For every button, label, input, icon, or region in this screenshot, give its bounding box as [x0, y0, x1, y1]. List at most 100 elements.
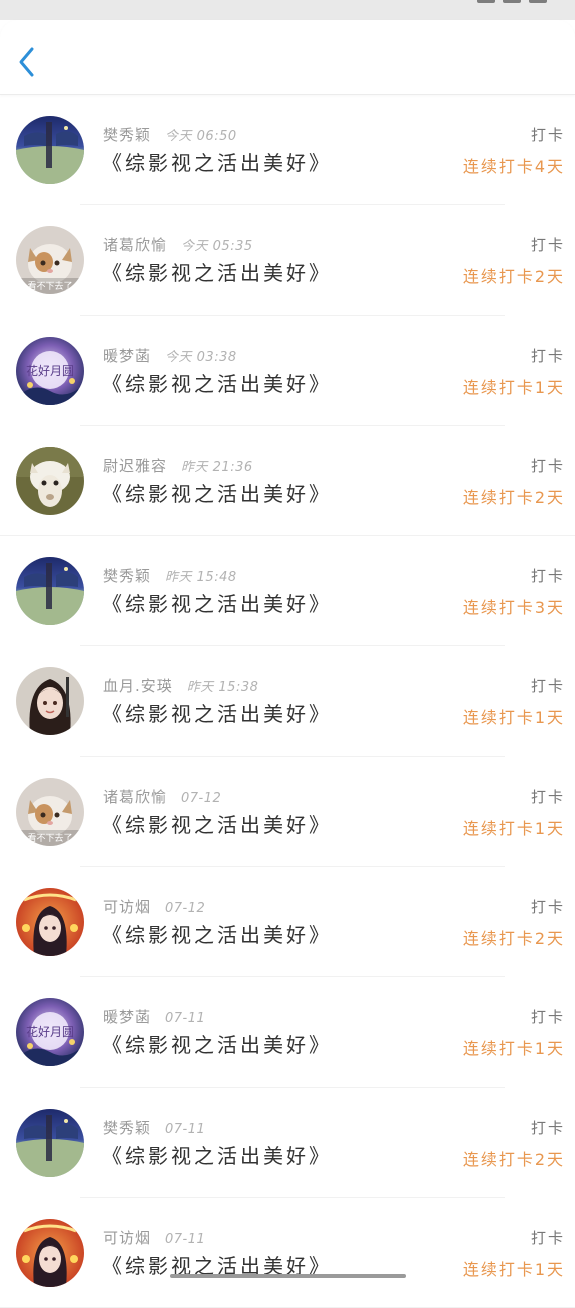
status-bar [0, 0, 575, 20]
avatar-image [16, 1218, 84, 1287]
avatar-caption: 看不下去了 [27, 280, 72, 292]
user-meta: 暖梦菡 今天 03:38 [103, 345, 237, 366]
book-title[interactable]: 《综影视之活出美好》 [102, 257, 332, 286]
checkin-label: 打卡 [530, 787, 565, 806]
streak-badge: 连续打卡1天 [462, 1039, 565, 1059]
list-item[interactable]: 血月.安瑛 昨天 15:38 《综影视之活出美好》 打卡 连续打卡1天 [0, 646, 575, 758]
avatar-image [16, 888, 84, 957]
timestamp: 07-12 [181, 790, 222, 806]
avatar[interactable]: 花好月圆 [16, 336, 84, 405]
user-meta: 暖梦菡 07-11 [103, 1006, 205, 1027]
timestamp: 今天 03:38 [165, 349, 237, 365]
streak-badge: 连续打卡1天 [462, 377, 565, 397]
list-item[interactable]: 樊秀颖 07-11 《综影视之活出美好》 打卡连续打卡2天 [0, 1088, 575, 1199]
list-item[interactable]: 樊秀颖 今天 06:50 《综影视之活出美好》 打卡 连续打卡4天 [0, 95, 575, 206]
checkin-label: 打卡 [530, 1008, 565, 1027]
book-title[interactable]: 《综影视之活出美好》 [102, 478, 332, 507]
avatar[interactable] [16, 1108, 84, 1177]
back-button[interactable] [12, 42, 42, 82]
avatar-caption: 花好月圆 [26, 363, 74, 378]
avatar[interactable]: 看不下去了 [16, 226, 84, 295]
signal-icon [477, 0, 495, 3]
chevron-left-icon [19, 47, 34, 77]
timestamp: 07-12 [165, 901, 206, 917]
user-name[interactable]: 樊秀颖 [103, 567, 151, 585]
timestamp: 07-11 [165, 1121, 206, 1137]
book-title[interactable]: 《综影视之活出美好》 [102, 919, 332, 948]
checkin-label: 打卡 [530, 126, 565, 144]
avatar-image [16, 557, 84, 626]
checkin-label: 打卡 [530, 456, 565, 475]
streak-badge: 连续打卡2天 [462, 929, 565, 949]
user-name[interactable]: 暖梦菡 [103, 347, 151, 365]
timestamp: 今天 06:50 [165, 129, 237, 144]
user-name[interactable]: 诸葛欣愉 [103, 236, 167, 254]
user-meta: 樊秀颖 今天 06:50 [103, 124, 237, 145]
avatar[interactable]: 花好月圆 [16, 998, 84, 1067]
user-meta: 诸葛欣愉 今天 05:35 [103, 234, 253, 255]
user-name[interactable]: 尉迟雅容 [103, 457, 167, 475]
avatar-image [16, 1108, 84, 1177]
avatar-caption: 看不下去了 [27, 832, 72, 844]
streak-badge: 连续打卡1天 [462, 818, 565, 838]
avatar[interactable] [16, 116, 84, 184]
checkin-label: 打卡 [530, 567, 565, 586]
user-meta: 诸葛欣愉 07-12 [103, 786, 221, 807]
avatar[interactable] [16, 557, 84, 626]
book-title[interactable]: 《综影视之活出美好》 [102, 698, 332, 727]
list-item[interactable]: 可访烟 07-11 《综影视之活出美好》 打卡 连续打卡1天 [0, 1198, 575, 1308]
list-item[interactable]: 樊秀颖 昨天 15:48 《综影视之活出美好》 打卡连续打卡3天 [0, 536, 575, 647]
streak-badge: 连续打卡2天 [462, 487, 565, 507]
checkin-label: 打卡 [530, 236, 565, 255]
streak-badge: 连续打卡1天 [462, 708, 565, 728]
user-meta: 樊秀颖 昨天 15:48 [103, 565, 237, 586]
streak-badge: 连续打卡4天 [462, 157, 565, 176]
streak-badge: 连续打卡2天 [462, 1149, 565, 1169]
user-meta: 血月.安瑛 昨天 15:38 [103, 675, 258, 696]
user-name[interactable]: 暖梦菡 [103, 1008, 151, 1026]
book-title[interactable]: 《综影视之活出美好》 [102, 368, 332, 397]
book-title[interactable]: 《综影视之活出美好》 [102, 588, 332, 617]
checkin-label: 打卡 [530, 346, 565, 365]
list-item[interactable]: 花好月圆 暖梦菡 今天 03:38 《综影视之活出美好》 打卡 连续打卡1天 [0, 316, 575, 427]
timestamp: 今天 05:35 [181, 239, 253, 255]
user-name[interactable]: 可访烟 [103, 1229, 151, 1247]
user-name[interactable]: 血月.安瑛 [103, 677, 173, 695]
status-icons [477, 0, 547, 4]
checkin-list: 樊秀颖 今天 06:50 《综影视之活出美好》 打卡 连续打卡4天 看不下去了 诸葛欣愉 今天… [0, 95, 575, 1308]
avatar[interactable]: 看不下去了 [16, 777, 84, 846]
book-title[interactable]: 《综影视之活出美好》 [102, 809, 332, 838]
avatar[interactable] [16, 446, 84, 515]
timestamp: 昨天 15:38 [186, 680, 259, 696]
avatar-image: 看不下去了 [16, 777, 84, 846]
list-item[interactable]: 看不下去了 诸葛欣愉 今天 05:35 《综影视之活出美好》 打卡 连续打卡2天 [0, 205, 575, 316]
list-item[interactable]: 可访烟 07-12 《综影视之活出美好》 打卡连续打卡2天 [0, 867, 575, 978]
timestamp: 昨天 21:36 [181, 459, 253, 475]
top-nav-bar [0, 20, 575, 95]
book-title[interactable]: 《综影视之活出美好》 [102, 1140, 332, 1169]
book-title[interactable]: 《综影视之活出美好》 [102, 1029, 332, 1058]
streak-badge: 连续打卡1天 [462, 1259, 565, 1279]
home-indicator [170, 1274, 406, 1278]
user-name[interactable]: 樊秀颖 [103, 126, 151, 144]
timestamp: 07-11 [165, 1231, 206, 1247]
avatar-image: 花好月圆 [16, 336, 84, 405]
avatar[interactable] [16, 1218, 84, 1287]
checkin-label: 打卡 [530, 1228, 565, 1247]
avatar[interactable] [16, 888, 84, 957]
checkin-label: 打卡 [530, 1118, 565, 1137]
user-name[interactable]: 樊秀颖 [103, 1119, 151, 1137]
user-name[interactable]: 可访烟 [103, 898, 151, 916]
streak-badge: 连续打卡3天 [462, 598, 565, 618]
timestamp: 07-11 [165, 1011, 206, 1027]
checkin-label: 打卡 [530, 898, 565, 917]
user-name[interactable]: 诸葛欣愉 [103, 788, 167, 806]
avatar-caption: 花好月圆 [26, 1024, 74, 1039]
avatar[interactable] [16, 667, 84, 736]
list-item[interactable]: 花好月圆 暖梦菡 07-11 《综影视之活出美好》 打卡连续打卡1天 [0, 977, 575, 1088]
avatar-image [16, 446, 84, 515]
book-title[interactable]: 《综影视之活出美好》 [102, 147, 332, 176]
list-item[interactable]: 尉迟雅容 昨天 21:36 《综影视之活出美好》 打卡连续打卡2天 [0, 426, 575, 537]
list-item[interactable]: 看不下去了 诸葛欣愉 07-12 《综影视之活出美好》 打卡连续打卡1天 [0, 757, 575, 868]
battery-icon [529, 0, 547, 3]
